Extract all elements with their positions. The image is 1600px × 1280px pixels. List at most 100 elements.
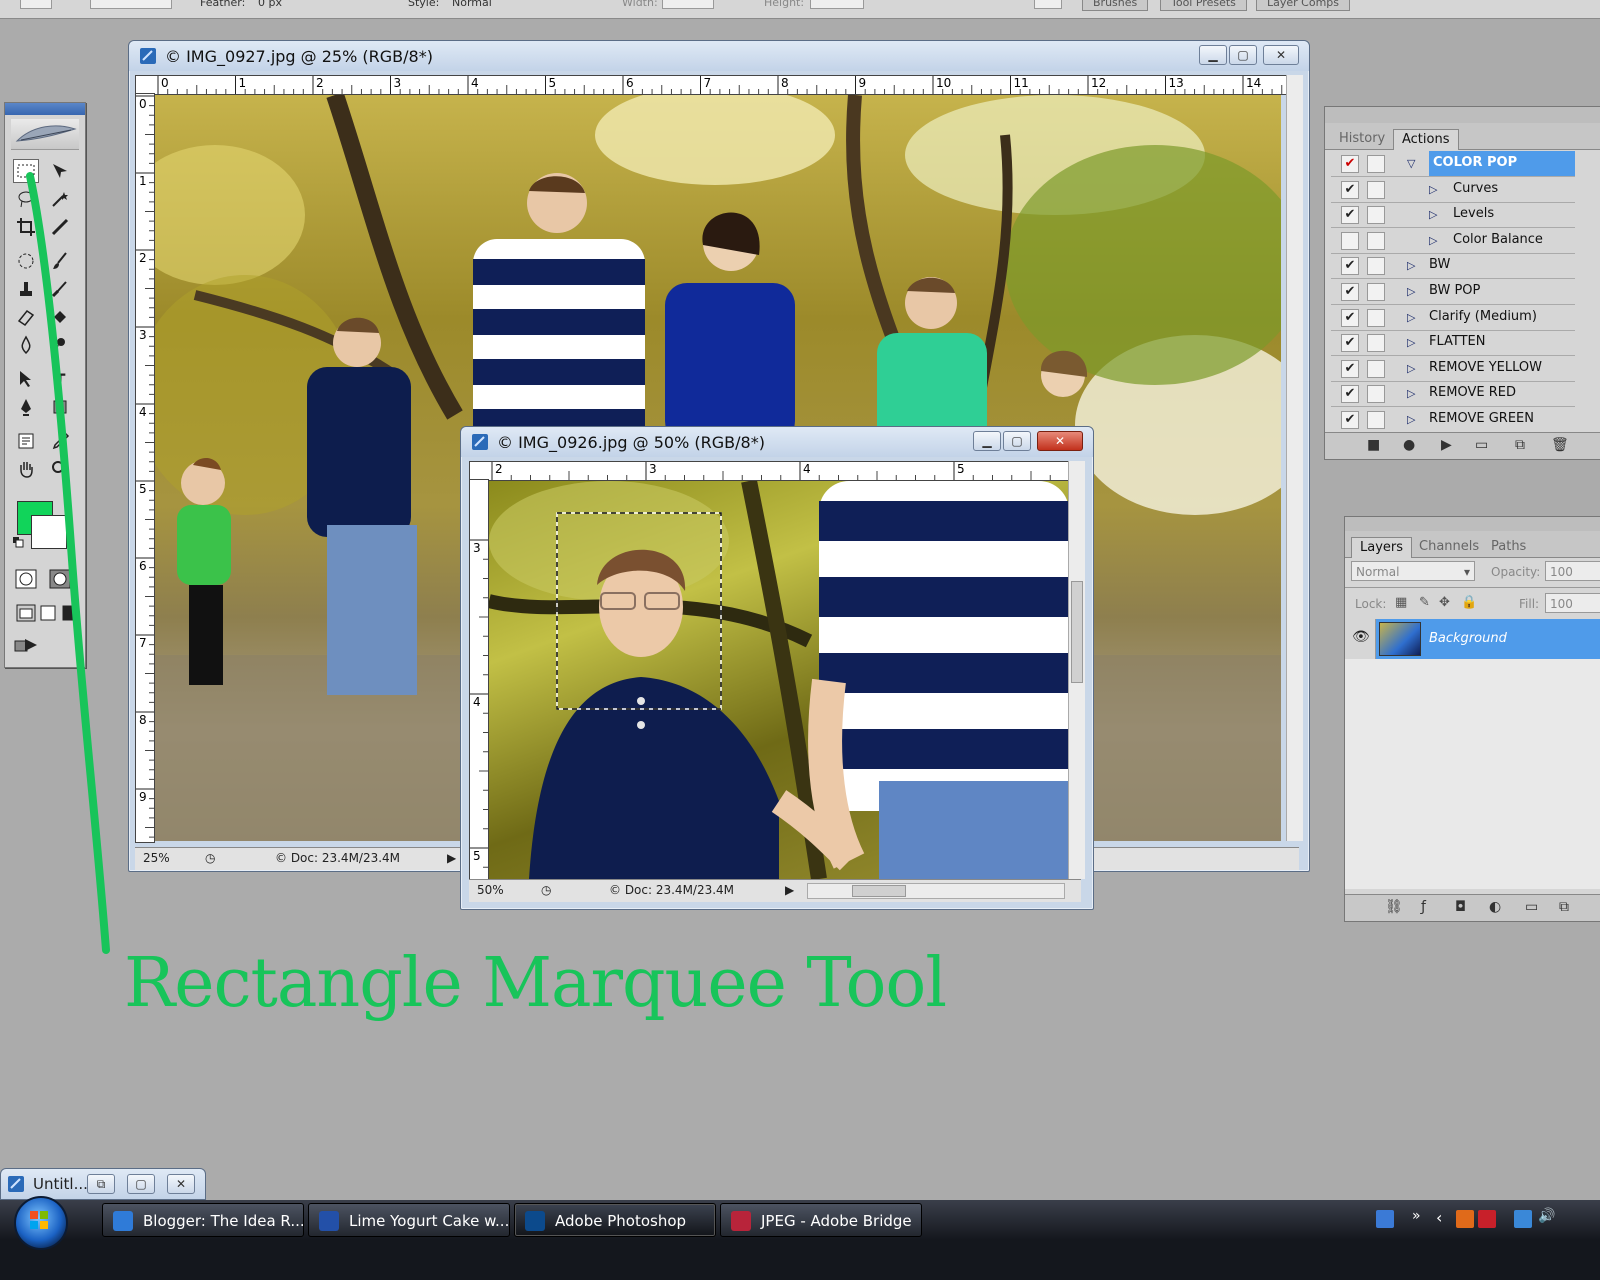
maximize-button[interactable]: ▢ <box>127 1174 155 1194</box>
action-toggle-checkbox[interactable]: ✔ <box>1341 206 1359 225</box>
taskbar-item-blogger[interactable]: Blogger: The Idea R... <box>102 1203 304 1237</box>
action-row[interactable]: ✔ ▷ Clarify (Medium) <box>1331 305 1575 331</box>
lock-position-icon[interactable]: ✥ <box>1439 595 1450 610</box>
expand-triangle-icon[interactable]: ▷ <box>1407 259 1415 272</box>
close-button[interactable]: ✕ <box>1263 45 1299 65</box>
panel-titlebar[interactable] <box>1345 517 1600 531</box>
play-icon[interactable]: ▶ <box>1441 437 1452 453</box>
opacity-input[interactable]: 100 <box>1545 561 1600 581</box>
trash-icon[interactable]: 🗑 <box>1551 437 1569 453</box>
height-input[interactable] <box>810 0 864 9</box>
action-row[interactable]: ✔ ▷ REMOVE GREEN <box>1331 407 1575 433</box>
dialog-toggle-checkbox[interactable] <box>1367 385 1385 404</box>
palette-well-icon[interactable] <box>1034 0 1062 9</box>
taskbar-item-word[interactable]: Lime Yogurt Cake w... <box>308 1203 510 1237</box>
start-button[interactable] <box>14 1196 68 1250</box>
action-toggle-checkbox[interactable]: ✔ <box>1341 411 1359 429</box>
dialog-toggle-checkbox[interactable] <box>1367 180 1385 199</box>
close-button[interactable]: ✕ <box>1037 431 1083 451</box>
stop-icon[interactable]: ■ <box>1367 437 1380 453</box>
tab-layers[interactable]: Layers <box>1351 537 1413 558</box>
dialog-toggle-checkbox[interactable] <box>1367 411 1385 429</box>
boy-closeup-photo-canvas[interactable] <box>489 481 1069 879</box>
document-window-second[interactable]: © IMG_0926.jpg @ 50% (RGB/8*) ▁ ▢ ✕ 2 3 4 5… <box>460 426 1094 910</box>
show-desktop-icon[interactable] <box>1376 1210 1394 1228</box>
action-toggle-checkbox[interactable]: ✔ <box>1341 155 1359 173</box>
blend-mode-select[interactable]: Normal ▾ <box>1351 561 1475 581</box>
new-group-icon[interactable]: ▭ <box>1525 899 1538 915</box>
horizontal-scrollbar[interactable] <box>807 883 1065 899</box>
maximize-button[interactable]: ▢ <box>1229 45 1257 65</box>
action-row[interactable]: ✔ ▷ BW POP <box>1331 279 1575 305</box>
scrollbar-thumb[interactable] <box>852 885 906 897</box>
tab-channels[interactable]: Channels <box>1411 537 1487 557</box>
dialog-toggle-checkbox[interactable] <box>1367 359 1385 378</box>
minimize-button[interactable]: ▁ <box>1199 45 1227 65</box>
overflow-chevron-icon[interactable]: » <box>1412 1208 1421 1224</box>
tab-brushes[interactable]: Brushes <box>1082 0 1149 11</box>
action-row[interactable]: ▷ Color Balance <box>1331 228 1575 254</box>
action-row[interactable]: ✔ ▷ FLATTEN <box>1331 330 1575 357</box>
action-row[interactable]: ✔ ▷ REMOVE YELLOW <box>1331 356 1575 382</box>
action-row[interactable]: ✔ ▽ COLOR POP <box>1331 151 1575 177</box>
dialog-toggle-checkbox[interactable] <box>1367 206 1385 225</box>
lock-all-icon[interactable]: 🔒 <box>1461 595 1477 610</box>
expand-triangle-icon[interactable]: ▷ <box>1407 285 1415 298</box>
link-layers-icon[interactable]: ⛓ <box>1385 899 1403 915</box>
expand-triangle-icon[interactable]: ▷ <box>1407 336 1415 349</box>
action-toggle-checkbox[interactable]: ✔ <box>1341 334 1359 353</box>
tab-tool-presets[interactable]: Tool Presets <box>1160 0 1247 11</box>
expand-triangle-icon[interactable]: ▷ <box>1407 387 1415 400</box>
expand-triangle-icon[interactable]: ▷ <box>1429 208 1437 221</box>
document-titlebar[interactable]: © IMG_0926.jpg @ 50% (RGB/8*) ▁ ▢ ✕ <box>461 427 1093 457</box>
action-row[interactable]: ✔ ▷ REMOVE RED <box>1331 381 1575 408</box>
taskbar-item-bridge[interactable]: JPEG - Adobe Bridge <box>720 1203 922 1237</box>
volume-icon[interactable]: 🔊 <box>1538 1208 1555 1224</box>
security-shield-icon[interactable] <box>1478 1210 1496 1228</box>
panel-titlebar[interactable] <box>1325 107 1600 123</box>
width-input[interactable] <box>662 0 714 9</box>
feather-input[interactable]: 0 px <box>258 0 282 9</box>
lock-transparency-icon[interactable]: ▦ <box>1395 595 1407 610</box>
action-toggle-checkbox[interactable] <box>1341 231 1359 250</box>
action-toggle-checkbox[interactable]: ✔ <box>1341 180 1359 199</box>
status-menu-icon[interactable]: ◷ <box>541 883 551 897</box>
record-icon[interactable]: ● <box>1403 437 1415 453</box>
fill-input[interactable]: 100 <box>1545 593 1600 613</box>
action-row[interactable]: ✔ ▷ Levels <box>1331 202 1575 229</box>
taskbar-item-photoshop[interactable]: Adobe Photoshop <box>514 1203 716 1237</box>
action-row[interactable]: ✔ ▷ Curves <box>1331 177 1575 203</box>
action-toggle-checkbox[interactable]: ✔ <box>1341 257 1359 276</box>
status-menu-icon[interactable]: ◷ <box>205 851 215 865</box>
action-toggle-checkbox[interactable]: ✔ <box>1341 283 1359 301</box>
lock-pixels-icon[interactable]: ✎ <box>1419 595 1430 610</box>
action-row[interactable]: ✔ ▷ BW <box>1331 253 1575 280</box>
dialog-toggle-checkbox[interactable] <box>1367 257 1385 276</box>
dialog-toggle-checkbox[interactable] <box>1367 283 1385 301</box>
tray-app-icon[interactable] <box>1456 1210 1474 1228</box>
document-titlebar[interactable]: © IMG_0927.jpg @ 25% (RGB/8*) ▁ ▢ ✕ <box>129 41 1309 71</box>
minimize-button[interactable]: ▁ <box>973 431 1001 451</box>
layer-row-background[interactable]: 👁 Background <box>1345 619 1600 659</box>
expand-triangle-icon[interactable]: ▷ <box>1407 311 1415 324</box>
network-icon[interactable] <box>1514 1210 1532 1228</box>
expand-triangle-icon[interactable]: ▷ <box>1429 234 1437 247</box>
action-toggle-checkbox[interactable]: ✔ <box>1341 308 1359 327</box>
adjustment-layer-icon[interactable]: ◐ <box>1489 899 1501 915</box>
expand-triangle-icon[interactable]: ▷ <box>1407 362 1415 375</box>
layer-style-icon[interactable]: ƒ <box>1421 899 1426 915</box>
expand-triangle-icon[interactable]: ▷ <box>1429 183 1437 196</box>
dialog-toggle-checkbox[interactable] <box>1367 334 1385 353</box>
tab-layer-comps[interactable]: Layer Comps <box>1256 0 1351 11</box>
style-select[interactable]: Normal <box>452 0 492 9</box>
vertical-scrollbar[interactable] <box>1068 461 1085 879</box>
action-toggle-checkbox[interactable]: ✔ <box>1341 385 1359 404</box>
dialog-toggle-checkbox[interactable] <box>1367 155 1385 173</box>
tab-history[interactable]: History <box>1331 129 1393 149</box>
action-toggle-checkbox[interactable]: ✔ <box>1341 359 1359 378</box>
new-action-icon[interactable]: ⧉ <box>1515 437 1525 453</box>
dialog-toggle-checkbox[interactable] <box>1367 231 1385 250</box>
maximize-button[interactable]: ▢ <box>1003 431 1031 451</box>
tray-expand-icon[interactable]: ‹ <box>1436 1208 1442 1227</box>
close-button[interactable]: ✕ <box>167 1174 195 1194</box>
